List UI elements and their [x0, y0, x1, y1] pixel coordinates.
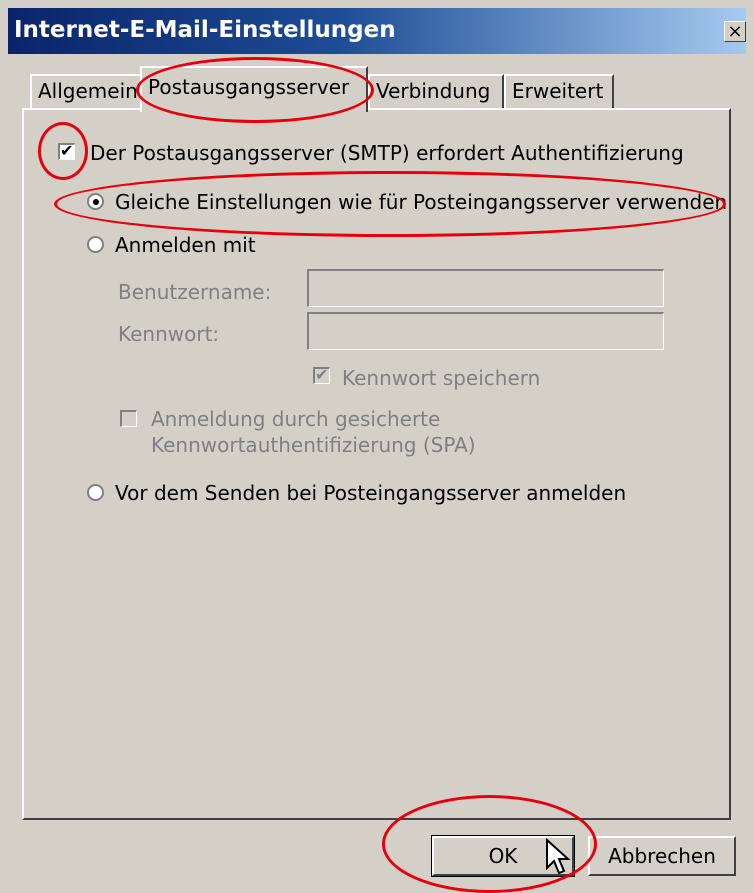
- tab-label: Verbindung: [376, 79, 491, 103]
- login-with-radio[interactable]: [87, 236, 104, 253]
- tab-erweitert[interactable]: Erweitert: [504, 74, 614, 110]
- spa-checkbox[interactable]: [120, 410, 137, 427]
- tab-label: Erweitert: [512, 79, 604, 103]
- checkmark-icon: ✔: [315, 365, 329, 384]
- same-settings-radio[interactable]: [87, 193, 104, 210]
- password-label: Kennwort:: [118, 322, 220, 346]
- tab-label: Allgemein: [38, 79, 138, 103]
- username-input[interactable]: [307, 269, 664, 307]
- email-settings-dialog: Internet-E-Mail-Einstellungen × Allgemei…: [0, 0, 753, 893]
- radio-selected-dot: [93, 199, 99, 205]
- login-with-label: Anmelden mit: [115, 233, 256, 257]
- spa-label-line2: Kennwortauthentifizierung (SPA): [151, 433, 476, 457]
- save-password-label: Kennwort speichern: [342, 366, 541, 390]
- same-settings-label: Gleiche Einstellungen wie für Posteingan…: [115, 190, 728, 214]
- tab-panel: [22, 108, 731, 820]
- mouse-cursor-icon: [546, 838, 571, 875]
- tab-verbindung[interactable]: Verbindung: [368, 74, 504, 110]
- login-before-send-label: Vor dem Senden bei Posteingangsserver an…: [115, 481, 627, 505]
- title-bar: Internet-E-Mail-Einstellungen ×: [8, 8, 746, 54]
- username-label: Benutzername:: [118, 280, 272, 304]
- checkmark-icon: ✔: [60, 141, 74, 160]
- window-title: Internet-E-Mail-Einstellungen: [14, 17, 396, 43]
- login-before-send-radio[interactable]: [87, 484, 104, 501]
- cancel-button[interactable]: Abbrechen: [588, 836, 736, 876]
- password-input[interactable]: [307, 312, 664, 350]
- save-password-checkbox[interactable]: ✔: [313, 365, 330, 384]
- close-icon: ×: [727, 21, 743, 42]
- tab-postausgangsserver[interactable]: Postausgangsserver: [140, 66, 368, 112]
- smtp-auth-label: Der Postausgangsserver (SMTP) erfordert …: [90, 141, 684, 165]
- close-button[interactable]: ×: [724, 21, 746, 42]
- tab-label: Postausgangsserver: [148, 75, 350, 99]
- spa-label-line1: Anmeldung durch gesicherte: [151, 407, 441, 431]
- tab-allgemein[interactable]: Allgemein: [30, 74, 142, 110]
- smtp-auth-checkbox[interactable]: ✔: [58, 141, 75, 160]
